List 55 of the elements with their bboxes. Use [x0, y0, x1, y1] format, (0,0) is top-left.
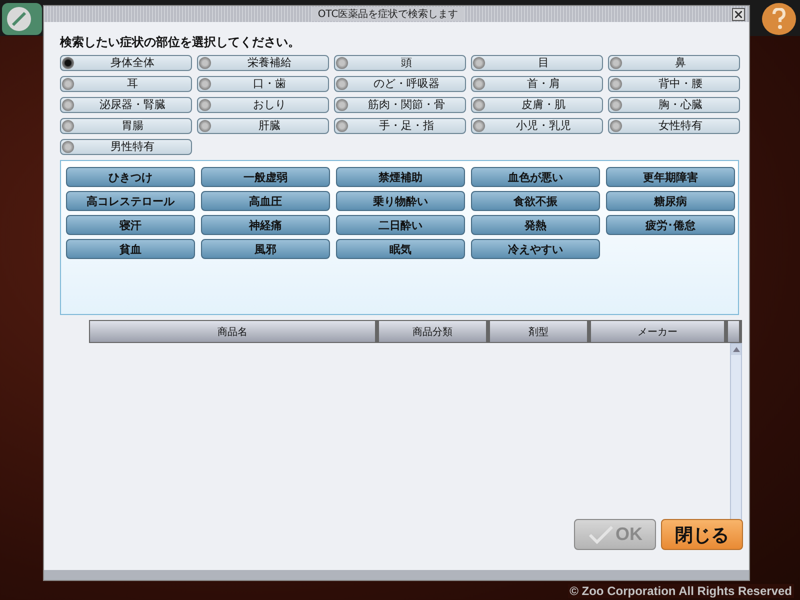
symptom-button[interactable]: 眠気	[336, 239, 465, 259]
body-part-option[interactable]: 皮膚・肌	[471, 97, 603, 113]
symptom-button[interactable]: 食欲不振	[471, 191, 600, 211]
column-header[interactable]: 剤型	[489, 320, 590, 343]
body-part-option[interactable]: 栄養補給	[197, 55, 329, 71]
symptom-button[interactable]: ひきつけ	[66, 167, 195, 187]
copyright-text: © Zoo Corporation All Rights Reserved	[568, 584, 794, 598]
symptom-button[interactable]: 高血圧	[201, 191, 330, 211]
close-icon[interactable]	[732, 8, 746, 20]
prohibited-icon	[6, 6, 32, 32]
body-part-option[interactable]: 口・歯	[197, 76, 329, 92]
body-part-option[interactable]: 首・肩	[471, 76, 603, 92]
symptom-button[interactable]: 寝汗	[66, 215, 195, 235]
symptom-button[interactable]: 乗り物酔い	[336, 191, 465, 211]
body-part-option[interactable]: おしり	[197, 97, 329, 113]
symptom-button[interactable]: 糖尿病	[606, 191, 735, 211]
symptom-button[interactable]: 禁煙補助	[336, 167, 465, 187]
symptom-button[interactable]: 疲労･倦怠	[606, 215, 735, 235]
body-part-option[interactable]: 胸・心臓	[608, 97, 740, 113]
toolbar-button[interactable]	[2, 3, 42, 35]
symptom-button[interactable]: 冷えやすい	[471, 239, 600, 259]
body-part-option[interactable]: のど・呼吸器	[334, 76, 466, 92]
body-part-option[interactable]: 肝臓	[197, 118, 329, 134]
column-header[interactable]: 商品名	[89, 320, 378, 343]
body-part-option[interactable]: 女性特有	[608, 118, 740, 134]
body-part-option[interactable]: 胃腸	[60, 118, 192, 134]
symptom-button[interactable]: 風邪	[201, 239, 330, 259]
check-icon	[588, 526, 614, 544]
symptom-button[interactable]: 二日酔い	[336, 215, 465, 235]
body-part-option[interactable]: 泌尿器・腎臓	[60, 97, 192, 113]
column-header[interactable]: メーカー	[590, 320, 727, 343]
body-part-option[interactable]: 小児・乳児	[471, 118, 603, 134]
body-part-option[interactable]: 鼻	[608, 55, 740, 71]
column-header[interactable]: 商品分類	[378, 320, 489, 343]
body-part-option[interactable]: 頭	[334, 55, 466, 71]
body-part-option[interactable]: 男性特有	[60, 139, 192, 155]
body-part-option[interactable]: 背中・腰	[608, 76, 740, 92]
symptom-button[interactable]: 血色が悪い	[471, 167, 600, 187]
body-part-option[interactable]: 耳	[60, 76, 192, 92]
symptom-button[interactable]: 発熱	[471, 215, 600, 235]
body-part-option[interactable]: 身体全体	[60, 55, 192, 71]
symptom-button[interactable]: 貧血	[66, 239, 195, 259]
up-arrow-icon	[732, 347, 740, 352]
question-icon	[771, 8, 787, 30]
symptom-button[interactable]: 一般虚弱	[201, 167, 330, 187]
body-part-option[interactable]: 手・足・指	[334, 118, 466, 134]
body-part-option[interactable]: 目	[471, 55, 603, 71]
column-header[interactable]	[727, 320, 742, 343]
close-button[interactable]: 閉じる	[661, 519, 743, 550]
symptom-button[interactable]: 更年期障害	[606, 167, 735, 187]
body-part-option[interactable]: 筋肉・関節・骨	[334, 97, 466, 113]
symptom-button[interactable]: 高コレステロール	[66, 191, 195, 211]
prompt-text: 検索したい症状の部位を選択してください。	[60, 34, 301, 51]
symptom-button[interactable]: 神経痛	[201, 215, 330, 235]
window-title: OTC医薬品を症状で検索します	[312, 7, 464, 21]
